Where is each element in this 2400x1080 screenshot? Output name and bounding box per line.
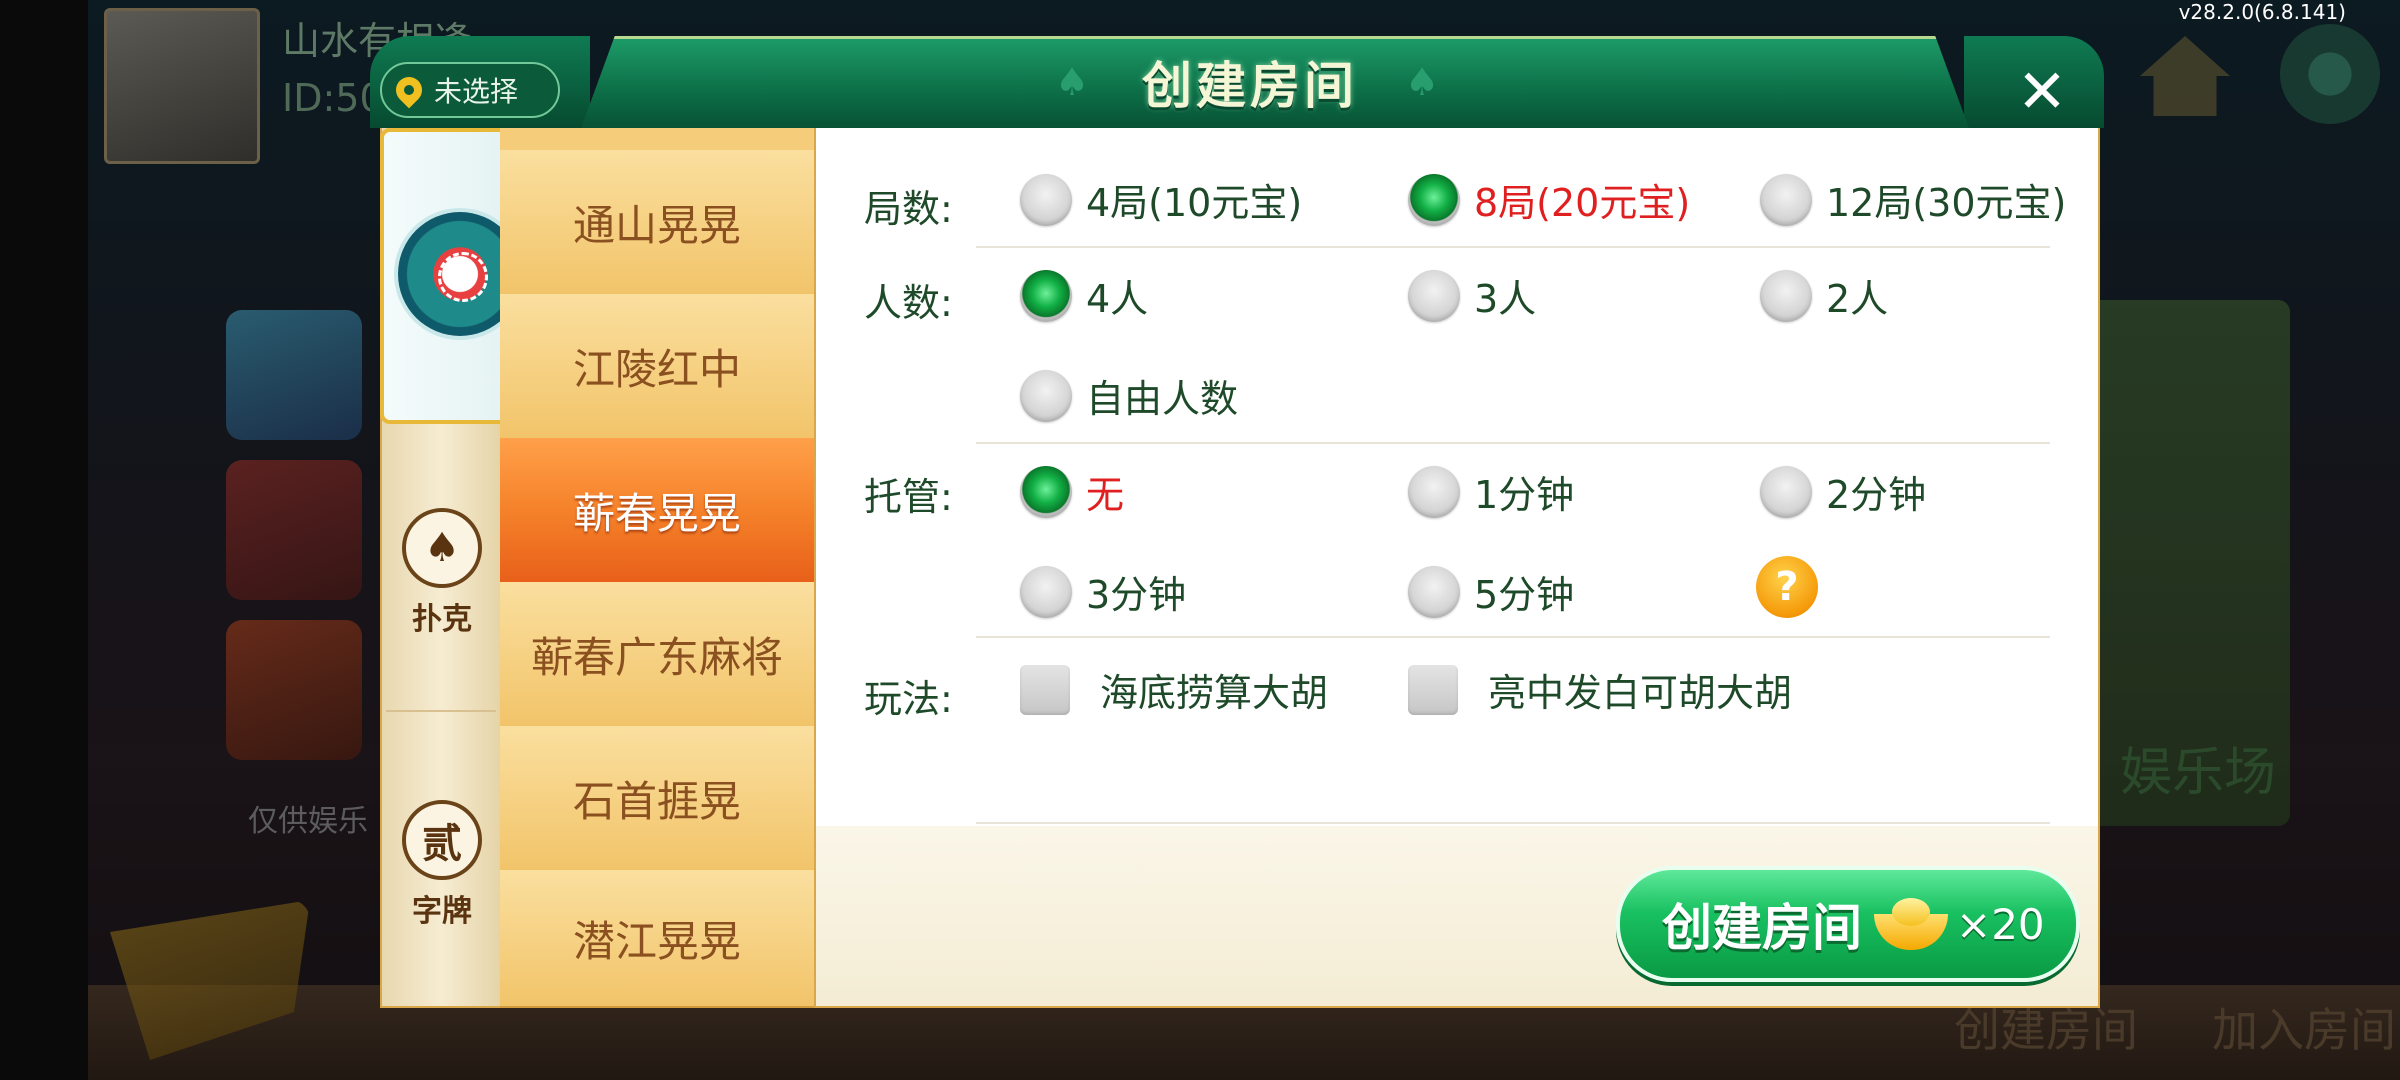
close-button[interactable]: ✕	[2010, 60, 2074, 124]
rule-option-text: 海底捞算大胡	[1100, 671, 1329, 715]
rule-option-haidi[interactable]: 海底捞算大胡	[1020, 662, 1328, 717]
rounds-option-12[interactable]: 12局(30元宝)	[1760, 172, 2066, 227]
game-item-shishou[interactable]: 石首捱晃	[500, 726, 814, 872]
rounds-option-text: 8局(20元宝)	[1474, 181, 1691, 225]
game-item-tongshan[interactable]: 通山晃晃	[500, 150, 814, 296]
rounds-label: 局数:	[864, 187, 953, 231]
radio-button[interactable]	[1408, 269, 1460, 322]
version-label: v28.2.0(6.8.141)	[2178, 0, 2346, 24]
autoplay-option-none[interactable]: 无	[1020, 464, 1124, 519]
autoplay-label: 托管:	[864, 475, 953, 519]
row-divider	[976, 636, 2050, 638]
entertainment-card-label: 娱乐场	[2120, 743, 2277, 803]
category-label-zipai: 字牌	[412, 894, 472, 929]
radio-button[interactable]	[1760, 173, 1812, 226]
radio-button[interactable]	[1760, 269, 1812, 322]
zipai-icon: 贰	[402, 800, 482, 880]
game-item-jiangling[interactable]: 江陵红中	[500, 294, 814, 440]
players-option-text: 3人	[1474, 277, 1537, 321]
rounds-option-text: 4局(10元宝)	[1086, 181, 1303, 225]
radio-button-selected[interactable]	[1408, 173, 1460, 226]
game-item-qianjiang[interactable]: 潜江晃晃	[500, 870, 814, 1008]
location-selector[interactable]: 未选择	[380, 62, 560, 118]
help-icon[interactable]: ?	[1756, 556, 1818, 618]
players-option-2[interactable]: 2人	[1760, 268, 1888, 323]
game-item-qichun-guangdong[interactable]: 蕲春广东麻将	[500, 582, 814, 728]
autoplay-option-text: 无	[1086, 473, 1125, 517]
create-room-label: 创建房间	[1662, 899, 1862, 957]
players-option-free[interactable]: 自由人数	[1020, 368, 1238, 423]
location-label: 未选择	[434, 75, 519, 108]
entertainment-note: 仅供娱乐	[248, 804, 368, 839]
players-option-text: 自由人数	[1086, 377, 1239, 421]
players-option-text: 4人	[1086, 277, 1149, 321]
rules-label: 玩法:	[864, 677, 953, 721]
rounds-option-text: 12局(30元宝)	[1826, 181, 2067, 225]
create-room-cost: ×20	[1956, 899, 2045, 949]
spade-icon: ♠	[402, 508, 482, 588]
category-tab-zipai[interactable]: 贰 字牌	[386, 800, 498, 930]
rule-option-liangzhong[interactable]: 亮中发白可胡大胡	[1408, 662, 1792, 717]
autoplay-option-5min[interactable]: 5分钟	[1408, 564, 1574, 619]
row-divider	[976, 246, 2050, 248]
location-pin-icon	[390, 71, 428, 109]
category-label-poker: 扑克	[412, 602, 472, 637]
radio-button[interactable]	[1408, 465, 1460, 518]
players-option-text: 2人	[1826, 277, 1889, 321]
game-item-qichun[interactable]: 蕲春晃晃	[500, 438, 814, 584]
players-option-3[interactable]: 3人	[1408, 268, 1536, 323]
radio-button[interactable]	[1020, 565, 1072, 618]
autoplay-option-3min[interactable]: 3分钟	[1020, 564, 1186, 619]
autoplay-option-text: 3分钟	[1086, 573, 1187, 617]
game-tile-1	[226, 310, 362, 440]
dialog-title: 创建房间	[1142, 57, 1358, 115]
bottom-join-room: 加入房间	[2212, 1003, 2396, 1057]
gear-icon	[2280, 24, 2380, 124]
rounds-option-4[interactable]: 4局(10元宝)	[1020, 172, 1302, 227]
autoplay-option-text: 5分钟	[1474, 573, 1575, 617]
category-tab-poker[interactable]: ♠ 扑克	[386, 508, 498, 638]
game-tile-2	[226, 460, 362, 600]
create-room-button[interactable]: 创建房间 ×20	[1616, 866, 2080, 982]
checkbox[interactable]	[1020, 664, 1070, 715]
row-divider	[976, 822, 2050, 824]
radio-button[interactable]	[1760, 465, 1812, 518]
radio-button-selected[interactable]	[1020, 269, 1072, 322]
row-divider	[976, 442, 2050, 444]
players-option-4[interactable]: 4人	[1020, 268, 1148, 323]
radio-button-selected[interactable]	[1020, 465, 1072, 518]
checkbox[interactable]	[1408, 664, 1458, 715]
radio-button[interactable]	[1408, 565, 1460, 618]
player-id: ID:50	[282, 76, 384, 120]
game-tile-3	[226, 620, 362, 760]
radio-button[interactable]	[1020, 369, 1072, 422]
autoplay-option-1min[interactable]: 1分钟	[1408, 464, 1574, 519]
autoplay-option-text: 2分钟	[1826, 473, 1927, 517]
rule-option-text: 亮中发白可胡大胡	[1488, 671, 1793, 715]
players-label: 人数:	[864, 281, 953, 325]
autoplay-option-text: 1分钟	[1474, 473, 1575, 517]
autoplay-option-2min[interactable]: 2分钟	[1760, 464, 1926, 519]
player-avatar	[104, 8, 260, 164]
category-divider	[386, 710, 496, 712]
rounds-option-8[interactable]: 8局(20元宝)	[1408, 172, 1690, 227]
gold-ingot-icon	[1874, 898, 1948, 950]
radio-button[interactable]	[1020, 173, 1072, 226]
